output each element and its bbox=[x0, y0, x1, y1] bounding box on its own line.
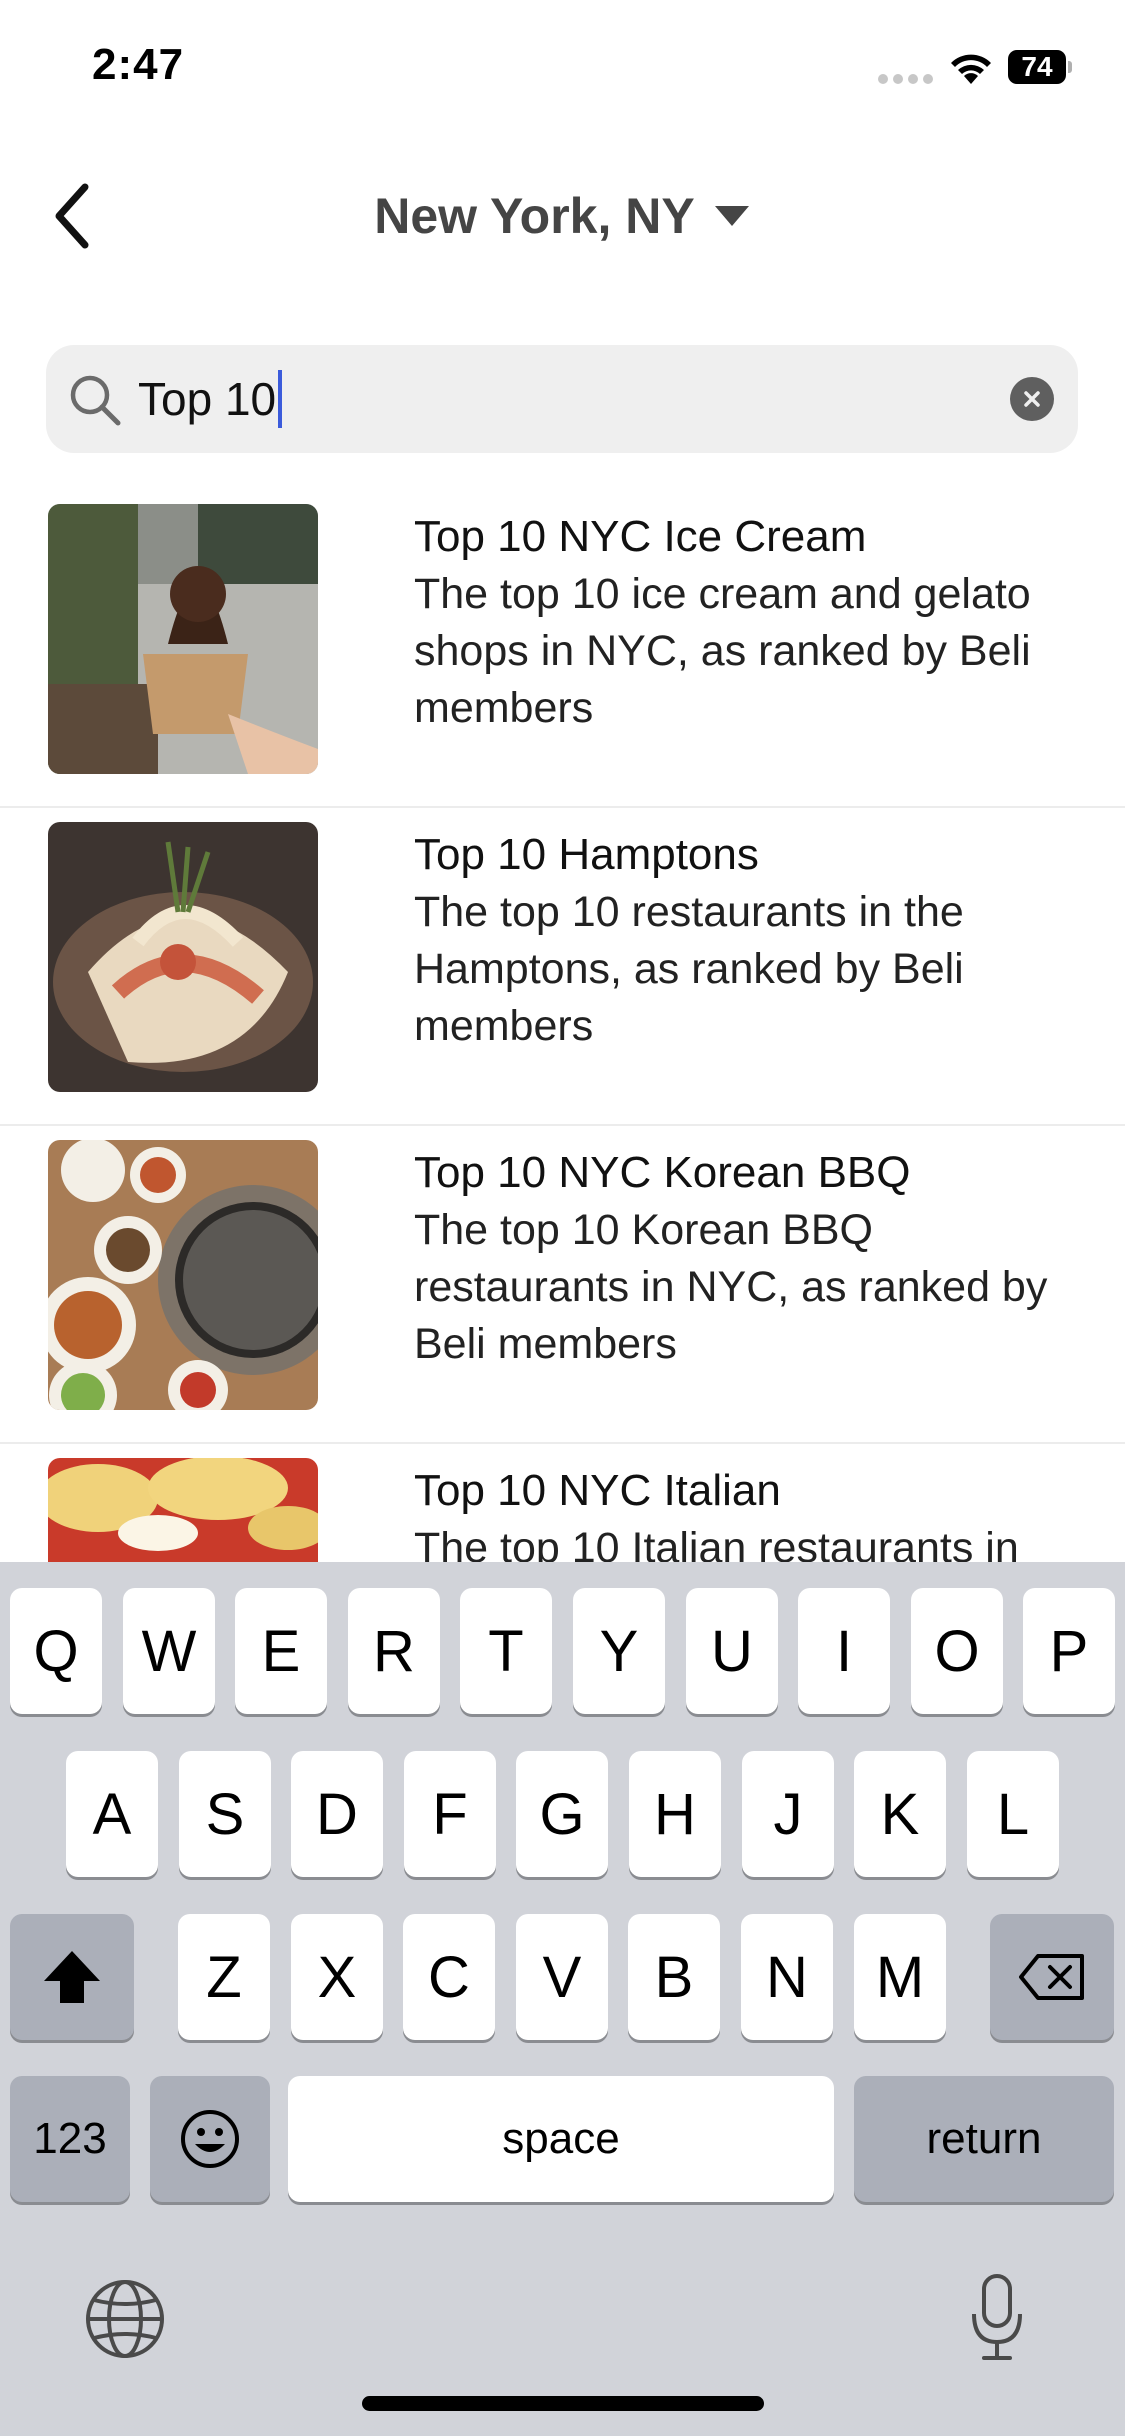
item-description: The top 10 restaurants in the Hamptons, … bbox=[414, 888, 964, 1050]
home-indicator bbox=[362, 2396, 764, 2411]
clear-search-button[interactable] bbox=[1010, 377, 1054, 421]
numbers-key[interactable]: 123 bbox=[10, 2076, 130, 2202]
close-icon bbox=[1024, 391, 1040, 407]
emoji-key[interactable] bbox=[150, 2076, 270, 2202]
key-p[interactable]: P bbox=[1023, 1588, 1115, 1714]
location-selector[interactable]: New York, NY bbox=[0, 178, 1125, 254]
key-k[interactable]: K bbox=[854, 1751, 946, 1877]
key-t[interactable]: T bbox=[460, 1588, 552, 1714]
key-q[interactable]: Q bbox=[10, 1588, 102, 1714]
item-title: Top 10 NYC Ice Cream bbox=[414, 512, 867, 561]
list-item[interactable]: Top 10 NYC Korean BBQ The top 10 Korean … bbox=[0, 1126, 1125, 1444]
key-f[interactable]: F bbox=[404, 1751, 496, 1877]
list-item[interactable]: Top 10 NYC Italian The top 10 Italian re… bbox=[0, 1444, 1125, 1562]
item-title: Top 10 NYC Korean BBQ bbox=[414, 1148, 911, 1197]
microphone-icon[interactable] bbox=[966, 2272, 1028, 2364]
return-key[interactable]: return bbox=[854, 2076, 1114, 2202]
key-x[interactable]: X bbox=[291, 1914, 383, 2040]
battery-level: 74 bbox=[1021, 51, 1053, 82]
space-key[interactable]: space bbox=[288, 2076, 834, 2202]
key-z[interactable]: Z bbox=[178, 1914, 270, 2040]
key-e[interactable]: E bbox=[235, 1588, 327, 1714]
shift-key[interactable] bbox=[10, 1914, 134, 2040]
cellular-signal-icon bbox=[878, 74, 934, 86]
item-description: The top 10 Italian restaurants in bbox=[414, 1524, 1019, 1562]
key-h[interactable]: H bbox=[629, 1751, 721, 1877]
key-o[interactable]: O bbox=[911, 1588, 1003, 1714]
item-title: Top 10 NYC Italian bbox=[414, 1466, 781, 1515]
list-item[interactable]: Top 10 Hamptons The top 10 restaurants i… bbox=[0, 808, 1125, 1126]
key-w[interactable]: W bbox=[123, 1588, 215, 1714]
key-i[interactable]: I bbox=[798, 1588, 890, 1714]
delete-icon bbox=[1019, 1954, 1084, 2000]
nav-bar: New York, NY bbox=[0, 150, 1125, 280]
status-bar: 2:47 74 bbox=[0, 0, 1125, 140]
globe-icon[interactable] bbox=[84, 2278, 166, 2360]
shift-icon bbox=[44, 1951, 100, 2003]
key-g[interactable]: G bbox=[516, 1751, 608, 1877]
search-input[interactable]: Top 10 bbox=[138, 345, 283, 453]
delete-key[interactable] bbox=[990, 1914, 1114, 2040]
ice-cream-thumbnail bbox=[48, 504, 318, 774]
emoji-icon bbox=[181, 2110, 239, 2168]
list-item[interactable]: Top 10 NYC Ice Cream The top 10 ice crea… bbox=[0, 490, 1125, 808]
search-value: Top 10 bbox=[138, 373, 277, 425]
search-field[interactable]: Top 10 bbox=[46, 345, 1078, 453]
korean-bbq-thumbnail bbox=[48, 1140, 318, 1410]
pasta-thumbnail bbox=[48, 822, 318, 1092]
key-v[interactable]: V bbox=[516, 1914, 608, 2040]
key-j[interactable]: J bbox=[742, 1751, 834, 1877]
caret-down-icon bbox=[714, 206, 749, 226]
key-n[interactable]: N bbox=[741, 1914, 833, 2040]
key-y[interactable]: Y bbox=[573, 1588, 665, 1714]
text-cursor bbox=[278, 369, 283, 428]
item-title: Top 10 Hamptons bbox=[414, 830, 759, 879]
status-time: 2:47 bbox=[92, 40, 185, 89]
key-u[interactable]: U bbox=[686, 1588, 778, 1714]
key-a[interactable]: A bbox=[66, 1751, 158, 1877]
key-c[interactable]: C bbox=[403, 1914, 495, 2040]
italian-thumbnail bbox=[48, 1458, 318, 1562]
key-l[interactable]: L bbox=[967, 1751, 1059, 1877]
keyboard: 123 space return QWERTYUIOP ASDFGHJKL ZXCV… bbox=[0, 1562, 1125, 2436]
key-r[interactable]: R bbox=[348, 1588, 440, 1714]
key-m[interactable]: M bbox=[854, 1914, 946, 2040]
item-description: The top 10 Korean BBQ restaurants in NYC… bbox=[414, 1206, 1048, 1368]
battery-icon: 74 bbox=[1008, 50, 1072, 84]
key-s[interactable]: S bbox=[179, 1751, 271, 1877]
item-description: The top 10 ice cream and gelato shops in… bbox=[414, 570, 1031, 732]
key-b[interactable]: B bbox=[628, 1914, 720, 2040]
search-icon bbox=[70, 375, 121, 426]
wifi-icon bbox=[951, 54, 991, 84]
location-label: New York, NY bbox=[374, 188, 695, 244]
results-list: Top 10 NYC Ice Cream The top 10 ice crea… bbox=[0, 490, 1125, 1562]
key-d[interactable]: D bbox=[291, 1751, 383, 1877]
